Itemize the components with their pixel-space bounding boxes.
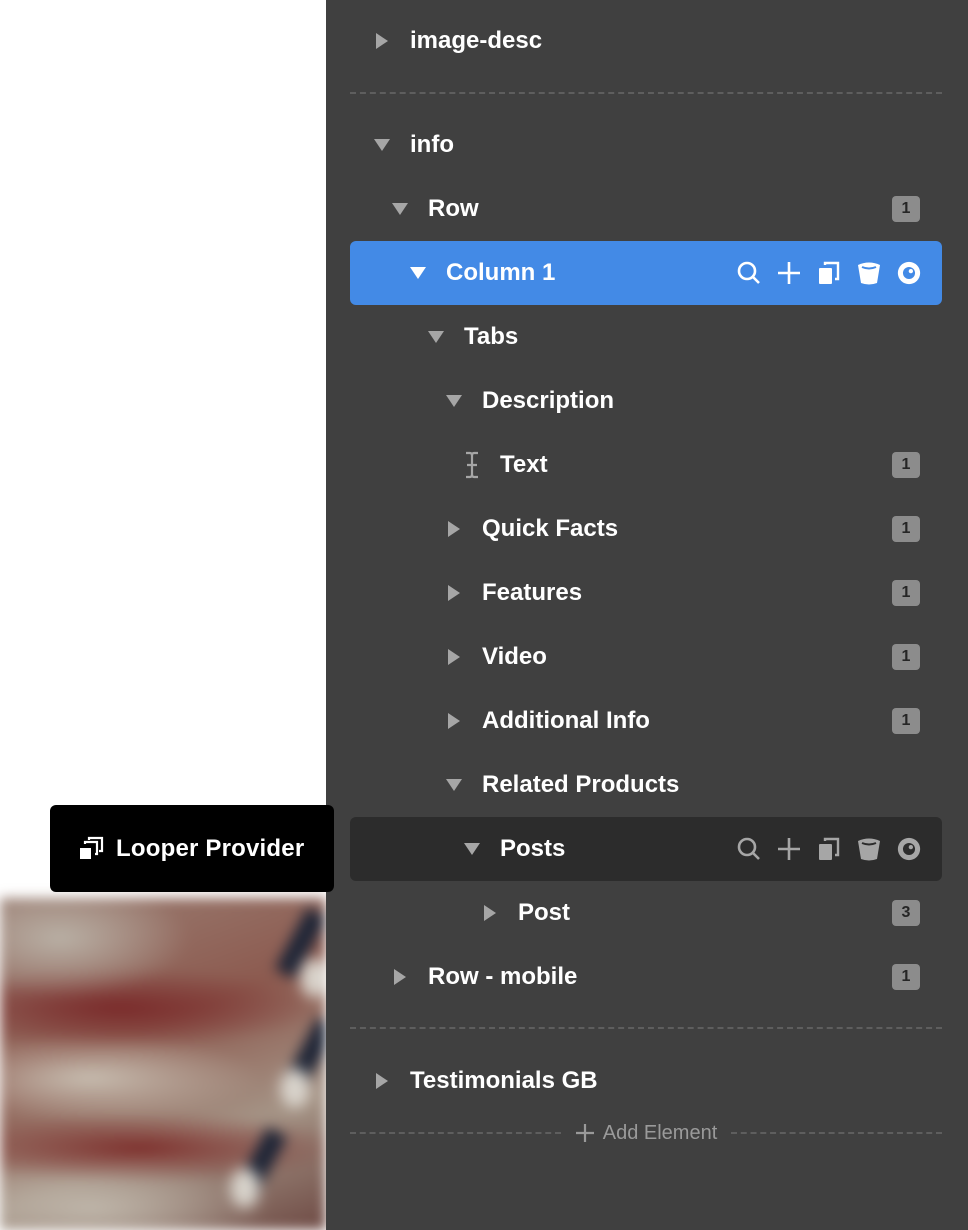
child-count-badge: 1 [892, 196, 920, 222]
caret-down-icon[interactable] [390, 199, 410, 219]
caret-right-icon[interactable] [390, 967, 410, 987]
eye-icon[interactable] [896, 260, 922, 286]
tree-node-label: Additional Info [482, 707, 650, 734]
tree-node-label: Video [482, 643, 547, 670]
search-icon[interactable] [736, 836, 762, 862]
dashed-line [731, 1132, 943, 1134]
tree-node-text[interactable]: Text 1 [350, 433, 942, 497]
tree-node-image-desc[interactable]: image-desc [350, 9, 942, 73]
tooltip-label: Looper Provider [116, 834, 305, 862]
caret-down-icon[interactable] [408, 263, 428, 283]
tree-node-tabs[interactable]: Tabs [350, 305, 942, 369]
trash-icon[interactable] [856, 836, 882, 862]
child-count-badge: 1 [892, 580, 920, 606]
tree-node-post[interactable]: Post 3 [350, 881, 942, 945]
caret-right-icon[interactable] [372, 31, 392, 51]
dashed-line [350, 1132, 561, 1134]
eye-icon[interactable] [896, 836, 922, 862]
duplicate-icon[interactable] [816, 836, 842, 862]
child-count-badge: 1 [892, 644, 920, 670]
section-divider [350, 1027, 942, 1029]
child-count-badge: 1 [892, 708, 920, 734]
tree-node-label: info [410, 131, 454, 158]
tree-node-label: Post [518, 899, 571, 926]
caret-right-icon[interactable] [372, 1071, 392, 1091]
row-actions [736, 260, 922, 286]
caret-right-icon[interactable] [444, 519, 464, 539]
caret-right-icon[interactable] [444, 647, 464, 667]
tree-node-quick-facts[interactable]: Quick Facts 1 [350, 497, 942, 561]
child-count-badge: 1 [892, 516, 920, 542]
plus-icon [575, 1124, 594, 1142]
caret-down-icon[interactable] [426, 327, 446, 347]
tree-node-label: Row [428, 195, 479, 222]
stacked-squares-icon [78, 836, 104, 862]
tree-node-label: Testimonials GB [410, 1067, 598, 1094]
tree-node-video[interactable]: Video 1 [350, 625, 942, 689]
looper-provider-tooltip: Looper Provider [50, 805, 334, 892]
tree-node-row-mobile[interactable]: Row - mobile 1 [350, 945, 942, 1009]
tree-node-label: Posts [500, 835, 566, 862]
section-divider [350, 92, 942, 94]
plus-icon[interactable] [776, 836, 802, 862]
add-element-label: Add Element [602, 1121, 718, 1144]
search-icon[interactable] [736, 260, 762, 286]
tree-node-column-1[interactable]: Column 1 [350, 241, 942, 305]
child-count-badge: 1 [892, 964, 920, 990]
tree-node-label: Tabs [464, 323, 519, 350]
tree-node-row[interactable]: Row 1 [350, 177, 942, 241]
tree-node-info[interactable]: info [350, 113, 942, 177]
add-element-button[interactable]: Add Element [561, 1122, 732, 1145]
trash-icon[interactable] [856, 260, 882, 286]
tree-node-label: Quick Facts [482, 515, 619, 542]
caret-down-icon[interactable] [372, 135, 392, 155]
caret-right-icon[interactable] [480, 903, 500, 923]
tree-node-label: Row - mobile [428, 963, 578, 990]
child-count-badge: 1 [892, 452, 920, 478]
caret-down-icon[interactable] [444, 775, 464, 795]
structure-panel: image-desc info Row 1 Column 1 Tabs Desc… [326, 0, 968, 1230]
duplicate-icon[interactable] [816, 260, 842, 286]
tree-node-posts[interactable]: Posts [350, 817, 942, 881]
caret-right-icon[interactable] [444, 583, 464, 603]
tree-node-description[interactable]: Description [350, 369, 942, 433]
tree-node-label: Description [482, 387, 615, 414]
blurred-product-image [0, 898, 326, 1230]
caret-down-icon[interactable] [462, 839, 482, 859]
row-actions [736, 836, 922, 862]
tree-node-label: Related Products [482, 771, 680, 798]
text-cursor-icon [462, 451, 482, 479]
tree-node-label: image-desc [410, 27, 543, 54]
tree-node-label: Text [500, 451, 548, 478]
plus-icon[interactable] [776, 260, 802, 286]
caret-down-icon[interactable] [444, 391, 464, 411]
add-element-bar: Add Element [350, 1116, 943, 1150]
tree-node-label: Features [482, 579, 583, 606]
caret-right-icon[interactable] [444, 711, 464, 731]
tree-node-label: Column 1 [446, 259, 556, 286]
canvas-preview [0, 0, 326, 1230]
tree-node-additional-info[interactable]: Additional Info 1 [350, 689, 942, 753]
child-count-badge: 3 [892, 900, 920, 926]
tree-node-related-products[interactable]: Related Products [350, 753, 942, 817]
tree-node-features[interactable]: Features 1 [350, 561, 942, 625]
tree-node-testimonials-gb[interactable]: Testimonials GB [350, 1049, 942, 1113]
